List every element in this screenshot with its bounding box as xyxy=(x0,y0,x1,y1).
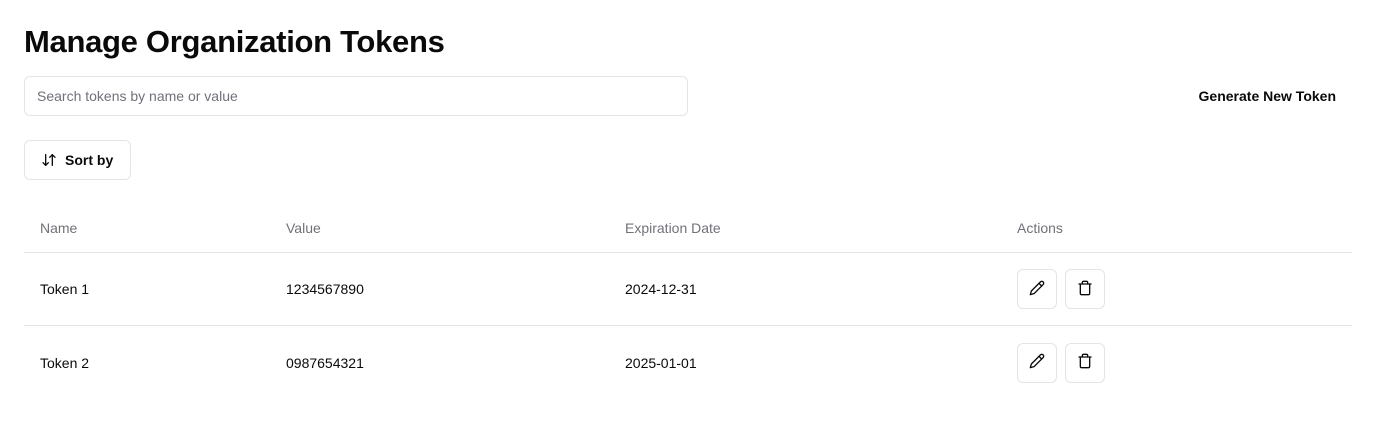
column-header-actions: Actions xyxy=(1017,220,1063,236)
token-value: 1234567890 xyxy=(286,281,364,297)
token-name: Token 1 xyxy=(40,281,90,297)
token-name: Token 2 xyxy=(40,354,90,371)
trash-icon xyxy=(1077,353,1093,372)
tokens-table: Name Value Expiration Date Actions Token… xyxy=(24,204,1352,399)
column-header-expiration-date[interactable]: Expiration Date xyxy=(609,220,1001,236)
sort-by-button[interactable]: Sort by xyxy=(24,140,131,180)
page-title: Manage Organization Tokens xyxy=(24,24,445,59)
search-input[interactable] xyxy=(24,76,688,116)
column-header-value[interactable]: Value xyxy=(270,220,609,236)
row-actions xyxy=(1001,269,1352,309)
delete-token-button[interactable] xyxy=(1065,342,1105,383)
token-expiration: 2024-12-31 xyxy=(625,281,697,297)
table-header-row: Name Value Expiration Date Actions xyxy=(24,204,1352,253)
table-row: Token 1 1234567890 2024-12-31 xyxy=(24,253,1352,326)
token-expiration: 2025-01-01 xyxy=(625,354,697,371)
table-row: Token 2 0987654321 2025-01-01 xyxy=(24,326,1352,399)
arrow-up-down-icon xyxy=(41,152,57,168)
edit-token-button[interactable] xyxy=(1017,269,1057,309)
column-header-name[interactable]: Name xyxy=(24,220,270,236)
edit-token-button[interactable] xyxy=(1017,342,1057,383)
sort-by-label: Sort by xyxy=(65,152,114,168)
pencil-icon xyxy=(1029,280,1045,299)
generate-new-token-button[interactable]: Generate New Token xyxy=(1183,76,1352,116)
pencil-icon xyxy=(1029,353,1045,372)
delete-token-button[interactable] xyxy=(1065,269,1105,309)
token-value: 0987654321 xyxy=(286,354,364,371)
row-actions xyxy=(1001,342,1352,383)
trash-icon xyxy=(1077,280,1093,299)
